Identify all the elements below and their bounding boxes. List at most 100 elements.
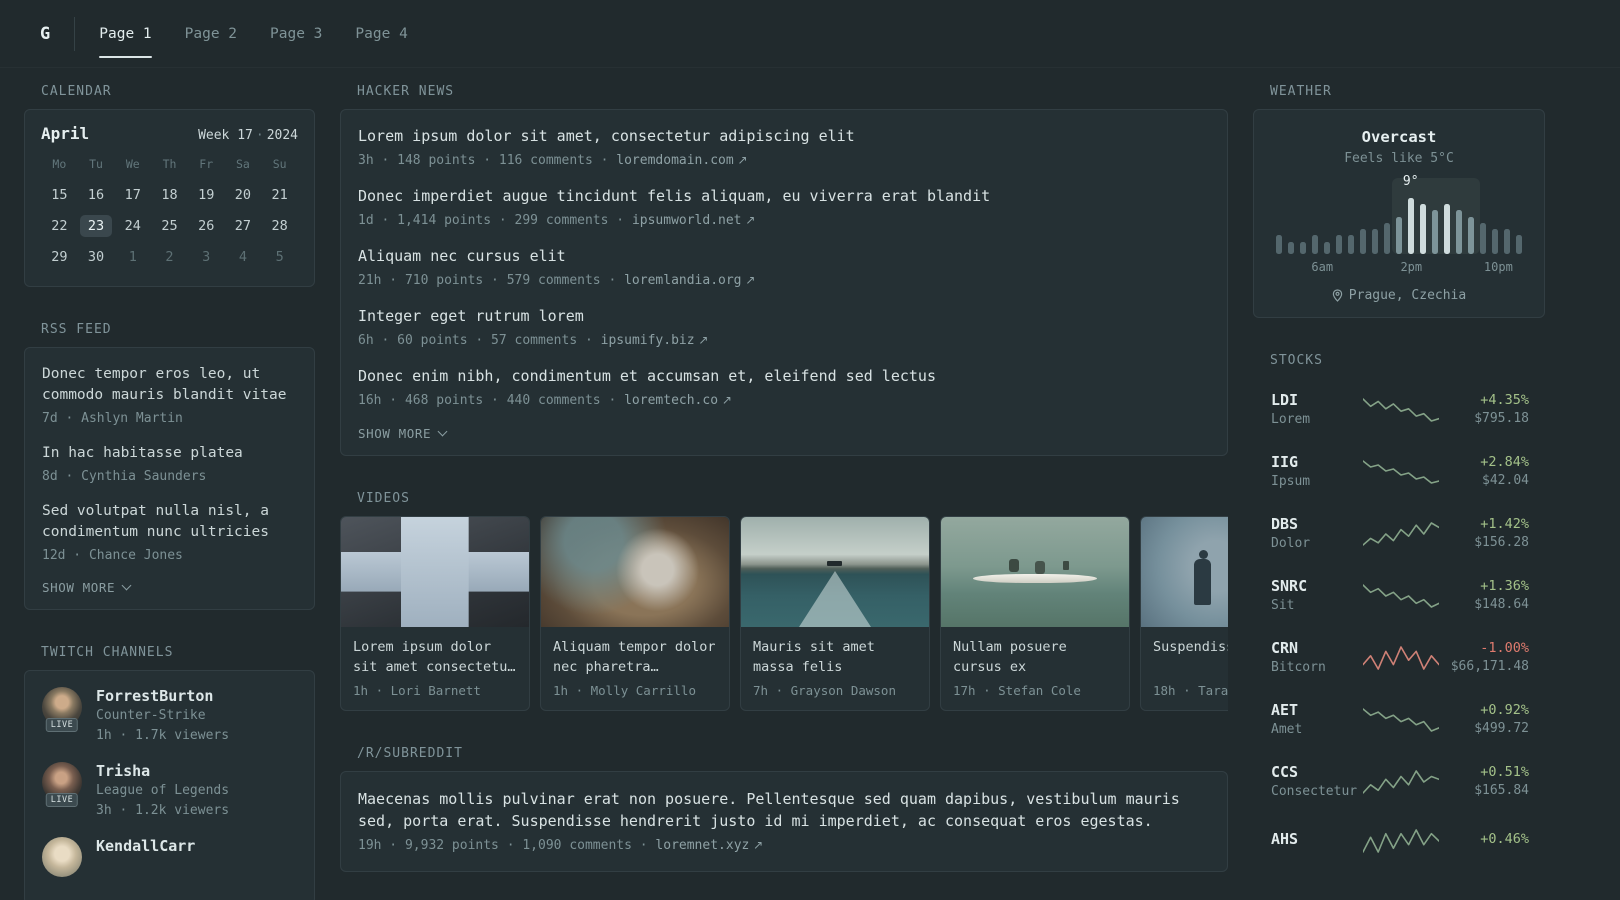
hackernews-item-meta: 21h · 710 points · 579 comments · loreml… [358, 271, 1210, 290]
calendar-day-names: Mo Tu We Th Fr Sa Su [41, 153, 298, 179]
video-card[interactable]: Nullam posuere cursus ex 17h · Stefan Col… [940, 516, 1130, 711]
stock-row[interactable]: CCS Consectetur +0.51% $165.84 [1253, 750, 1545, 812]
rss-item-title[interactable]: Donec tempor eros leo, ut commodo mauris… [42, 364, 297, 406]
stock-info: DBS Dolor [1271, 515, 1363, 551]
stock-name: Dolor [1271, 536, 1311, 551]
video-card[interactable]: Mauris sit amet massa felis 7h · Grayson … [740, 516, 930, 711]
stock-symbol: CCS [1271, 763, 1299, 781]
video-card[interactable]: Aliquam tempor dolor nec pharetra… 1h · M… [540, 516, 730, 711]
hackernews-item-title[interactable]: Donec imperdiet augue tincidunt felis al… [358, 186, 1210, 207]
stock-values: +0.46% [1480, 831, 1529, 850]
hackernews-item-meta: 16h · 468 points · 440 comments · loremt… [358, 391, 1210, 410]
rss-widget: RSS FEED Donec tempor eros leo, ut commo… [24, 322, 315, 610]
hackernews-item-meta: 3h · 148 points · 116 comments · loremdo… [358, 151, 1210, 170]
weather-bar [1408, 198, 1414, 254]
hackernews-item-domain-link[interactable]: loremtech.co ↗ [624, 393, 732, 408]
videos-row: Lorem ipsum dolor sit amet consectetu… 1h… [340, 516, 1228, 711]
stock-sparkline [1363, 642, 1439, 672]
hackernews-item-meta: 1d · 1,414 points · 299 comments · ipsum… [358, 211, 1210, 230]
rss-item: Donec tempor eros leo, ut commodo mauris… [42, 364, 297, 428]
twitch-channel[interactable]: LIVE Trisha League of Legends 3h · 1.2k vie… [42, 762, 297, 820]
stock-row[interactable]: LDI Lorem +4.35% $795.18 [1253, 378, 1545, 440]
hackernews-item-title[interactable]: Donec enim nibh, condimentum et accumsan… [358, 366, 1210, 387]
twitch-channel[interactable]: LIVE ForrestBurton Counter-Strike 1h · 1.7k… [42, 687, 297, 745]
video-card[interactable]: Lorem ipsum dolor sit amet consectetu… 1h… [340, 516, 530, 711]
stock-row[interactable]: IIG Ipsum +2.84% $42.04 [1253, 440, 1545, 502]
chevron-down-icon [121, 580, 132, 591]
stock-name: Lorem [1271, 412, 1311, 427]
nav-tab-1[interactable]: Page 1 [99, 0, 153, 67]
nav-tab-3[interactable]: Page 3 [270, 0, 322, 67]
twitch-channel[interactable]: KendallCarr [42, 837, 297, 877]
video-meta: 18h · Tara [1153, 683, 1228, 698]
stock-values: -1.00% $66,171.48 [1451, 640, 1529, 674]
nav-tab-2[interactable]: Page 2 [185, 0, 237, 67]
hackernews-item-stats: 3h · 148 points · 116 comments · [358, 153, 617, 168]
calendar-days-grid: 15 16 17 18 19 20 21 22 23 24 25 26 27 28 29 30 1 2 3 4 5 [41, 179, 298, 272]
video-title: Mauris sit amet massa felis [753, 639, 875, 675]
weather-bar [1300, 242, 1306, 254]
nav-tab-4[interactable]: Page 4 [355, 0, 407, 67]
hackernews-item: Integer eget rutrum lorem 6h · 60 points … [358, 306, 1210, 350]
hackernews-item-title[interactable]: Aliquam nec cursus elit [358, 246, 1210, 267]
hackernews-item-domain-link[interactable]: loremlandia.org ↗ [624, 273, 755, 288]
video-card-body: Nullam posuere cursus ex 17h · Stefan Col… [941, 627, 1129, 710]
hackernews-item-domain-link[interactable]: ipsumify.biz ↗ [601, 333, 709, 348]
weather-bars [1276, 194, 1522, 254]
subreddit-header: /R/SUBREDDIT [357, 746, 463, 761]
stock-symbol: AHS [1271, 829, 1299, 848]
subreddit-post-domain-link[interactable]: loremnet.xyz ↗ [655, 838, 763, 853]
stock-info: IIG Ipsum [1271, 453, 1363, 489]
hackernews-item-domain-link[interactable]: loremdomain.com ↗ [616, 153, 747, 168]
calendar-month: April [41, 124, 90, 143]
stock-row[interactable]: SNRC Sit +1.36% $148.64 [1253, 564, 1545, 626]
weather-hour-label: 6am [1311, 260, 1334, 274]
stock-row[interactable]: DBS Dolor +1.42% $156.28 [1253, 502, 1545, 564]
avatar [42, 837, 82, 877]
rss-item-title[interactable]: In hac habitasse platea [42, 443, 297, 464]
hackernews-item-title[interactable]: Lorem ipsum dolor sit amet, consectetur … [358, 126, 1210, 147]
stock-info: LDI Lorem [1271, 391, 1363, 427]
weather-hour-label: 10pm [1483, 260, 1513, 274]
rss-item-title[interactable]: Sed volutpat nulla nisl, a condimentum n… [42, 501, 297, 543]
weather-bar [1432, 210, 1438, 254]
subreddit-widget: /R/SUBREDDIT Maecenas mollis pulvinar er… [340, 746, 1228, 872]
video-card[interactable]: Suspendisse diam 18h · Tara [1140, 516, 1228, 711]
channel-meta: 3h · 1.2k viewers [96, 803, 230, 818]
twitch-header: TWITCH CHANNELS [41, 645, 174, 660]
stocks-header: STOCKS [1270, 353, 1323, 368]
app-logo[interactable]: G [40, 24, 74, 44]
external-link-icon: ↗ [694, 333, 709, 347]
location-pin-icon [1332, 289, 1343, 302]
video-card-body: Aliquam tempor dolor nec pharetra… 1h · M… [541, 627, 729, 710]
subreddit-post-card: Maecenas mollis pulvinar erat non posuer… [340, 771, 1228, 872]
hackernews-show-more-button[interactable]: SHOW MORE [358, 426, 1210, 441]
videos-widget: VIDEOS Lorem ipsum dolor sit amet consec… [340, 491, 1228, 711]
rss-item: Sed volutpat nulla nisl, a condimentum n… [42, 501, 297, 565]
calendar-day: 29 [51, 248, 68, 265]
calendar-day-name: We [125, 157, 140, 171]
channel-name: KendallCarr [96, 837, 196, 855]
weather-bar [1468, 217, 1474, 254]
channel-category: Counter-Strike [96, 708, 206, 723]
stock-values: +1.36% $148.64 [1474, 578, 1529, 612]
stock-change: +2.84% [1480, 454, 1529, 470]
stock-values: +0.92% $499.72 [1474, 702, 1529, 736]
stock-row[interactable]: CRN Bitcorn -1.00% $66,171.48 [1253, 626, 1545, 688]
hackernews-item-title[interactable]: Integer eget rutrum lorem [358, 306, 1210, 327]
hackernews-item-domain-link[interactable]: ipsumworld.net ↗ [632, 213, 755, 228]
rss-show-more-button[interactable]: SHOW MORE [42, 580, 297, 595]
video-title: Suspendisse diam [1153, 639, 1228, 655]
rss-item-meta: 7d · Ashlyn Martin [42, 411, 183, 426]
stock-name: Consectetur [1271, 784, 1358, 799]
external-link-icon: ↗ [741, 213, 756, 227]
stock-row[interactable]: AET Amet +0.92% $499.72 [1253, 688, 1545, 750]
subreddit-post-title[interactable]: Maecenas mollis pulvinar erat non posuer… [358, 788, 1210, 832]
channel-name: Trisha [96, 762, 151, 780]
calendar-day: 16 [87, 186, 105, 203]
rss-item-meta: 8d · Cynthia Saunders [42, 469, 207, 484]
calendar-day: 18 [161, 186, 178, 203]
stock-row[interactable]: AHS +0.46% [1253, 812, 1545, 868]
channel-info: Trisha League of Legends 3h · 1.2k viewers [96, 762, 229, 820]
calendar-day: 27 [234, 217, 252, 234]
